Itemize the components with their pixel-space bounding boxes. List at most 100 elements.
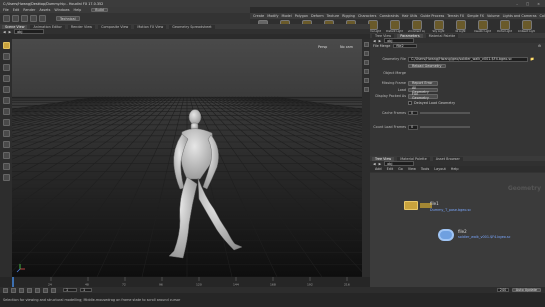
cam-menu-label[interactable]: No cam — [340, 45, 354, 49]
edges-select-icon[interactable] — [2, 152, 10, 159]
scale-tool-icon[interactable] — [2, 75, 10, 82]
shelf-tool-12[interactable]: Ambient Light — [518, 19, 535, 33]
shelf-tab-10[interactable]: Guide Process — [420, 14, 444, 18]
reload-geometry-button[interactable]: Reload Geometry — [408, 63, 446, 68]
shelf-tab-9[interactable]: Hair Utils — [402, 14, 418, 18]
net-menu-edit[interactable]: Edit — [387, 167, 394, 171]
faces-select-icon[interactable] — [2, 163, 10, 170]
move-tool-icon[interactable] — [2, 53, 10, 60]
forward-icon[interactable]: ▶ — [379, 39, 382, 43]
minimize-icon[interactable]: – — [516, 2, 518, 6]
forward-icon[interactable]: ▶ — [9, 30, 12, 34]
shelf-tab-14[interactable]: Lights and Cameras — [503, 14, 537, 18]
shelf-tab-6[interactable]: Rigging — [342, 14, 355, 18]
tab-0[interactable]: Scene View — [2, 24, 28, 29]
left-path-field[interactable]: obj — [14, 29, 45, 34]
shelf-tab-3[interactable]: Polygon — [295, 14, 308, 18]
new-file-icon[interactable] — [3, 15, 10, 22]
tab-2[interactable]: Material Palette — [425, 33, 459, 38]
menu-assets[interactable]: Assets — [39, 8, 50, 12]
back-icon[interactable]: ◀ — [373, 162, 376, 166]
shelf-tab-1[interactable]: Modify — [267, 14, 278, 18]
shelf-tab-4[interactable]: Deform — [311, 14, 324, 18]
menu-render[interactable]: Render — [23, 8, 35, 12]
shelf-tab-2[interactable]: Model — [282, 14, 292, 18]
node-name-field[interactable]: file2 — [393, 43, 418, 49]
tab-0[interactable]: Tree View — [372, 156, 395, 161]
ghost-icon[interactable] — [363, 78, 369, 83]
shelf-tab-7[interactable]: Characters — [358, 14, 377, 18]
forward-icon[interactable]: ▶ — [379, 162, 382, 166]
jump-end-icon[interactable] — [51, 287, 56, 293]
net-menu-help[interactable]: Help — [451, 167, 459, 171]
group-tool-icon[interactable] — [2, 130, 10, 137]
gear-icon[interactable]: ⚙ — [538, 44, 545, 48]
net-menu-layout[interactable]: Layout — [434, 167, 446, 171]
count-load-field[interactable]: 0 — [408, 125, 418, 130]
network-editor[interactable]: Geometry file1 Dummy_T_pose.bgeo.sc file… — [370, 173, 545, 287]
tab-0[interactable]: Tree View — [372, 33, 395, 38]
view-tool-icon[interactable] — [2, 108, 10, 115]
shaded-icon[interactable] — [363, 51, 369, 56]
end-frame-field[interactable]: 240 — [496, 287, 509, 293]
step-back-icon[interactable] — [11, 287, 16, 293]
redo-icon[interactable] — [39, 15, 46, 22]
snap-tool-icon[interactable] — [2, 119, 10, 126]
play-icon[interactable] — [35, 287, 40, 293]
net-menu-add[interactable]: Add — [375, 167, 382, 171]
timeline[interactable]: 24 48 72 96 120 144 168 192 216 — [0, 277, 370, 287]
shelf-tab-13[interactable]: Volume — [487, 14, 500, 18]
menu-windows[interactable]: Windows — [54, 8, 69, 12]
back-icon[interactable]: ◀ — [373, 39, 376, 43]
tab-1[interactable]: Material Palette — [397, 156, 430, 161]
menu-file[interactable]: File — [3, 8, 9, 12]
pose-tool-icon[interactable] — [2, 97, 10, 104]
tab-2[interactable]: Render View — [67, 24, 96, 29]
objects-select-icon[interactable] — [2, 174, 10, 181]
viewport-canvas[interactable]: Persp No cam — [12, 39, 362, 277]
net-path-field[interactable]: obj — [384, 161, 415, 166]
shelf-tab-11[interactable]: Terrain FX — [447, 14, 464, 18]
shelf-tab-0[interactable]: Create — [253, 14, 264, 18]
back-icon[interactable]: ◀ — [3, 30, 6, 34]
jump-start-icon[interactable] — [3, 287, 8, 293]
tab-1[interactable]: Animation Editor — [30, 24, 65, 29]
shelf-tab-12[interactable]: Simple FX — [467, 14, 484, 18]
auto-update-button[interactable]: Auto Update — [511, 287, 541, 293]
shelf-tool-11[interactable]: Portal Light — [496, 19, 513, 33]
close-icon[interactable]: × — [537, 2, 540, 6]
node-file2[interactable] — [438, 229, 454, 241]
tab-4[interactable]: Motion FX View — [134, 24, 167, 29]
undo-icon[interactable] — [30, 15, 37, 22]
shelf-tool-7[interactable]: Environment Light — [408, 19, 425, 33]
open-file-icon[interactable] — [12, 15, 19, 22]
shelf-tool-6[interactable]: Distant Light — [386, 19, 403, 33]
handle-tool-icon[interactable] — [2, 86, 10, 93]
step-forward-icon[interactable] — [43, 287, 48, 293]
shelf-tool-9[interactable]: GI Light — [452, 19, 469, 33]
tab-2[interactable]: Asset Browser — [432, 156, 463, 161]
build-button[interactable]: Build — [91, 7, 108, 13]
desktop-select[interactable]: Technical — [56, 16, 80, 21]
node-file1[interactable] — [404, 201, 418, 210]
current-frame-field[interactable]: 1 — [63, 287, 77, 293]
shelf-tab-8[interactable]: Constraints — [379, 14, 398, 18]
delayed-load-checkbox[interactable] — [408, 100, 412, 105]
shelf-tool-10[interactable]: Caustic Light — [474, 19, 491, 33]
play-reverse-icon[interactable] — [19, 287, 24, 293]
start-frame-field[interactable]: 1 — [80, 287, 92, 293]
tab-3[interactable]: Composite View — [98, 24, 132, 29]
rotate-tool-icon[interactable] — [2, 64, 10, 71]
menu-edit[interactable]: Edit — [13, 8, 20, 12]
shadow-icon[interactable] — [363, 69, 369, 74]
shelf-tool-8[interactable]: Sky Light — [430, 19, 447, 33]
geometry-file-field[interactable]: C:/Users/Hwang/Hwang/geo/soldier_walk_v0… — [408, 57, 528, 62]
param-path-field[interactable]: obj — [384, 38, 415, 43]
scene-viewport[interactable]: Persp No cam — [12, 39, 362, 277]
select-tool-icon[interactable] — [2, 42, 10, 49]
net-menu-tools[interactable]: Tools — [421, 167, 429, 171]
cache-frames-slider[interactable] — [420, 111, 470, 114]
tab-5[interactable]: Geometry Spreadsheet — [169, 24, 215, 29]
file-chooser-icon[interactable]: 📁 — [528, 57, 534, 61]
shelf-tab-15[interactable]: Collisions — [539, 14, 545, 18]
